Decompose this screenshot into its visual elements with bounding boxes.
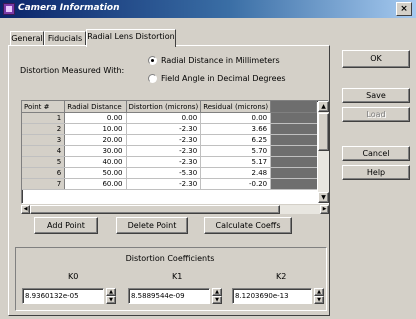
cell-radial-distance[interactable]: 40.00	[64, 156, 127, 168]
cell-distortion[interactable]: -2.30	[126, 134, 202, 146]
k0-label: K0	[68, 272, 79, 281]
horizontal-scroll-thumb[interactable]	[30, 205, 280, 214]
calculate-coeffs-button[interactable]: Calculate Coeffs	[204, 217, 292, 234]
cell-residual: 3.66	[200, 123, 272, 135]
cell-residual: -0.20	[200, 178, 272, 190]
cell-radial-distance[interactable]: 10.00	[64, 123, 127, 135]
table-row[interactable]: 6 50.00 -5.30 2.48	[22, 167, 317, 179]
scroll-right-arrow-icon[interactable]: ▶	[320, 205, 329, 214]
column-header-blank	[270, 101, 317, 113]
distortion-measured-label: Distortion Measured With:	[20, 66, 125, 75]
delete-point-button[interactable]: Delete Point	[116, 217, 188, 234]
scroll-up-arrow-icon[interactable]: ▲	[318, 101, 329, 112]
k2-field[interactable]: 8.1203690e-13	[232, 288, 312, 304]
cell-point-number: 5	[22, 156, 66, 168]
distortion-table: Point # Radial Distance Distortion (micr…	[21, 100, 329, 204]
k2-spin-up-icon[interactable]: ▲	[314, 288, 324, 296]
cell-blank	[270, 156, 317, 168]
cell-residual: 6.25	[200, 134, 272, 146]
table-header-row: Point # Radial Distance Distortion (micr…	[22, 101, 317, 113]
camera-information-dialog: Camera Information × General Fiducials R…	[0, 0, 416, 319]
window-title: Camera Information	[18, 3, 120, 13]
tab-radial-lens-distortion[interactable]: Radial Lens Distortion	[86, 29, 176, 47]
k0-spinner[interactable]: ▲ ▼	[106, 288, 116, 304]
cell-residual: 5.70	[200, 145, 272, 157]
cell-blank	[270, 123, 317, 135]
camera-app-icon	[3, 3, 15, 15]
radio-field-angle[interactable]	[148, 74, 157, 83]
cell-distortion[interactable]: -2.30	[126, 178, 202, 190]
cell-residual: 0.00	[200, 112, 272, 124]
cell-blank	[270, 167, 317, 179]
cell-radial-distance[interactable]: 20.00	[64, 134, 127, 146]
cell-residual: 2.48	[200, 167, 272, 179]
k2-spinner[interactable]: ▲ ▼	[314, 288, 324, 304]
k2-spin-down-icon[interactable]: ▼	[314, 296, 324, 304]
radio-field-angle-label[interactable]: Field Angle in Decimal Degrees	[161, 74, 286, 83]
k1-label: K1	[172, 272, 183, 281]
column-header-distortion[interactable]: Distortion (microns)	[126, 101, 202, 113]
radio-radial-distance[interactable]	[148, 56, 157, 65]
distortion-table-viewport: Point # Radial Distance Distortion (micr…	[22, 101, 317, 203]
table-vertical-scrollbar[interactable]: ▲ ▼	[318, 101, 329, 203]
cancel-button[interactable]: Cancel	[342, 146, 410, 161]
scroll-left-arrow-icon[interactable]: ◀	[21, 205, 30, 214]
cell-radial-distance[interactable]: 50.00	[64, 167, 127, 179]
close-button[interactable]: ×	[396, 2, 412, 16]
cell-blank	[270, 178, 317, 190]
add-point-button[interactable]: Add Point	[34, 217, 98, 234]
table-row[interactable]: 7 60.00 -2.30 -0.20	[22, 178, 317, 190]
table-row[interactable]: 1 0.00 0.00 0.00	[22, 112, 317, 124]
tab-fiducials[interactable]: Fiducials	[44, 31, 86, 45]
cell-point-number: 2	[22, 123, 66, 135]
k1-field[interactable]: 8.5889544e-09	[128, 288, 210, 304]
cell-point-number: 7	[22, 178, 66, 190]
cell-blank	[270, 112, 317, 124]
k0-spin-down-icon[interactable]: ▼	[106, 296, 116, 304]
table-horizontal-scrollbar[interactable]: ◀ ▶	[21, 205, 329, 214]
help-button[interactable]: Help	[342, 165, 410, 180]
table-row[interactable]: 5 40.00 -2.30 5.17	[22, 156, 317, 168]
cell-distortion[interactable]: -2.30	[126, 123, 202, 135]
k0-spin-up-icon[interactable]: ▲	[106, 288, 116, 296]
k2-label: K2	[276, 272, 287, 281]
k1-spinner[interactable]: ▲ ▼	[212, 288, 222, 304]
cell-blank	[270, 145, 317, 157]
save-button[interactable]: Save	[342, 88, 410, 103]
cell-residual: 5.17	[200, 156, 272, 168]
cell-radial-distance[interactable]: 30.00	[64, 145, 127, 157]
cell-distortion[interactable]: -5.30	[126, 167, 202, 179]
distortion-data-table: Point # Radial Distance Distortion (micr…	[22, 101, 317, 190]
cell-distortion[interactable]: 0.00	[126, 112, 202, 124]
radio-radial-distance-label[interactable]: Radial Distance in Millimeters	[161, 56, 280, 65]
load-button[interactable]: Load	[342, 107, 410, 122]
cell-point-number: 3	[22, 134, 66, 146]
cell-radial-distance[interactable]: 60.00	[64, 178, 127, 190]
cell-point-number: 1	[22, 112, 66, 124]
k0-field[interactable]: 8.9360132e-05	[22, 288, 104, 304]
column-header-residual[interactable]: Residual (microns)	[200, 101, 272, 113]
scroll-down-arrow-icon[interactable]: ▼	[318, 192, 329, 203]
cell-blank	[270, 134, 317, 146]
cell-point-number: 6	[22, 167, 66, 179]
cell-radial-distance[interactable]: 0.00	[64, 112, 127, 124]
tab-general[interactable]: General	[10, 31, 44, 45]
cell-distortion[interactable]: -2.30	[126, 156, 202, 168]
ok-button[interactable]: OK	[342, 50, 410, 68]
column-header-radial-distance[interactable]: Radial Distance	[64, 101, 127, 113]
vertical-scroll-thumb[interactable]	[318, 113, 329, 151]
column-header-point[interactable]: Point #	[22, 101, 66, 113]
table-row[interactable]: 2 10.00 -2.30 3.66	[22, 123, 317, 135]
k1-spin-down-icon[interactable]: ▼	[212, 296, 222, 304]
table-row[interactable]: 4 30.00 -2.30 5.70	[22, 145, 317, 157]
k1-spin-up-icon[interactable]: ▲	[212, 288, 222, 296]
cell-distortion[interactable]: -2.30	[126, 145, 202, 157]
cell-point-number: 4	[22, 145, 66, 157]
title-bar[interactable]: Camera Information ×	[0, 0, 416, 18]
table-row[interactable]: 3 20.00 -2.30 6.25	[22, 134, 317, 146]
